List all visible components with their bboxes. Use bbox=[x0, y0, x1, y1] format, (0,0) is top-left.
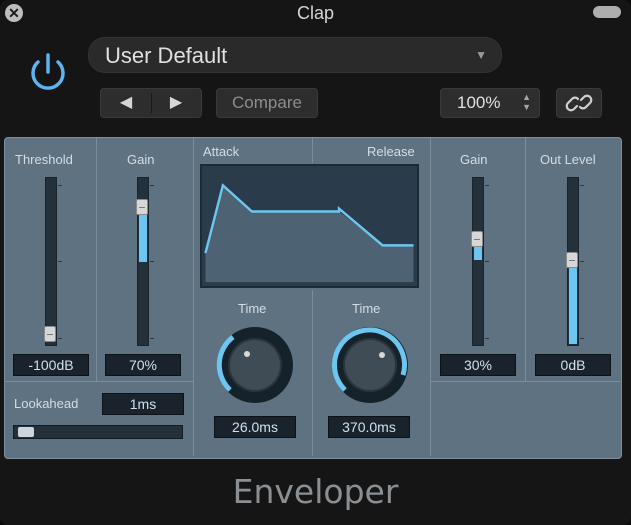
divider bbox=[431, 381, 620, 382]
attack-time-knob[interactable] bbox=[214, 324, 296, 406]
release-time-value[interactable]: 370.0ms bbox=[328, 416, 410, 438]
threshold-label: Threshold bbox=[15, 152, 73, 167]
release-time-label: Time bbox=[352, 301, 381, 316]
lookahead-label: Lookahead bbox=[14, 396, 79, 411]
divider bbox=[525, 138, 526, 381]
lookahead-value[interactable]: 1ms bbox=[102, 393, 184, 415]
threshold-value[interactable]: -100dB bbox=[13, 354, 89, 376]
attack-time-label: Time bbox=[238, 301, 267, 316]
plugin-window: ✕ Clap User Default ▼ ◀ ▶ Compare 100% ▲… bbox=[0, 0, 631, 525]
preset-nav-group: ◀ ▶ bbox=[100, 88, 202, 118]
gain-left-label: Gain bbox=[127, 152, 155, 167]
divider bbox=[430, 138, 431, 456]
preset-dropdown[interactable]: User Default ▼ bbox=[88, 37, 502, 73]
zoom-value: 100% bbox=[457, 93, 501, 112]
tick-mark bbox=[58, 261, 62, 262]
lookahead-slider-handle[interactable] bbox=[18, 427, 34, 437]
attack-label: Attack bbox=[203, 144, 240, 159]
gain-right-fader-track[interactable] bbox=[472, 177, 484, 346]
divider bbox=[312, 138, 313, 163]
threshold-fader-handle[interactable] bbox=[44, 326, 56, 342]
divider bbox=[96, 138, 97, 381]
gain-left-fader-fill bbox=[139, 210, 147, 262]
tick-mark bbox=[150, 338, 154, 339]
gain-right-label: Gain bbox=[460, 152, 488, 167]
tick-mark bbox=[485, 261, 489, 262]
tick-mark bbox=[485, 185, 489, 186]
out-level-fader-fill bbox=[569, 258, 577, 344]
lookahead-slider[interactable] bbox=[13, 425, 183, 439]
gain-left-value[interactable]: 70% bbox=[105, 354, 181, 376]
tick-mark bbox=[580, 338, 584, 339]
threshold-fader-track[interactable] bbox=[45, 177, 57, 346]
envelope-display[interactable] bbox=[200, 164, 419, 288]
out-level-label: Out Level bbox=[540, 152, 596, 167]
link-icon bbox=[565, 94, 593, 112]
tick-mark bbox=[580, 185, 584, 186]
release-label: Release bbox=[367, 144, 415, 159]
out-level-value[interactable]: 0dB bbox=[535, 354, 611, 376]
next-preset-button[interactable]: ▶ bbox=[151, 89, 201, 117]
chevron-down-icon: ▼ bbox=[475, 48, 487, 62]
tick-mark bbox=[58, 185, 62, 186]
attack-time-value[interactable]: 26.0ms bbox=[214, 416, 296, 438]
window-collapse-button[interactable] bbox=[593, 6, 621, 18]
previous-preset-button[interactable]: ◀ bbox=[101, 89, 151, 117]
gain-right-fader-handle[interactable] bbox=[471, 231, 483, 247]
preset-label: User Default bbox=[105, 43, 228, 68]
compare-button[interactable]: Compare bbox=[216, 88, 318, 118]
out-level-fader-handle[interactable] bbox=[566, 252, 578, 268]
stepper-arrows-icon[interactable]: ▲ ▼ bbox=[522, 92, 531, 112]
gain-left-fader-handle[interactable] bbox=[136, 199, 148, 215]
tick-mark bbox=[58, 338, 62, 339]
tick-mark bbox=[580, 261, 584, 262]
link-button[interactable] bbox=[556, 88, 602, 118]
divider bbox=[312, 290, 313, 456]
power-icon[interactable] bbox=[26, 50, 70, 94]
window-title: Clap bbox=[296, 3, 335, 23]
divider bbox=[5, 381, 193, 382]
tick-mark bbox=[485, 338, 489, 339]
plugin-name: Enveloper bbox=[232, 472, 399, 511]
tick-mark bbox=[150, 185, 154, 186]
zoom-stepper[interactable]: 100% ▲ ▼ bbox=[440, 88, 540, 118]
release-time-knob[interactable] bbox=[329, 324, 411, 406]
gain-right-value[interactable]: 30% bbox=[440, 354, 516, 376]
divider bbox=[193, 138, 194, 456]
tick-mark bbox=[150, 261, 154, 262]
